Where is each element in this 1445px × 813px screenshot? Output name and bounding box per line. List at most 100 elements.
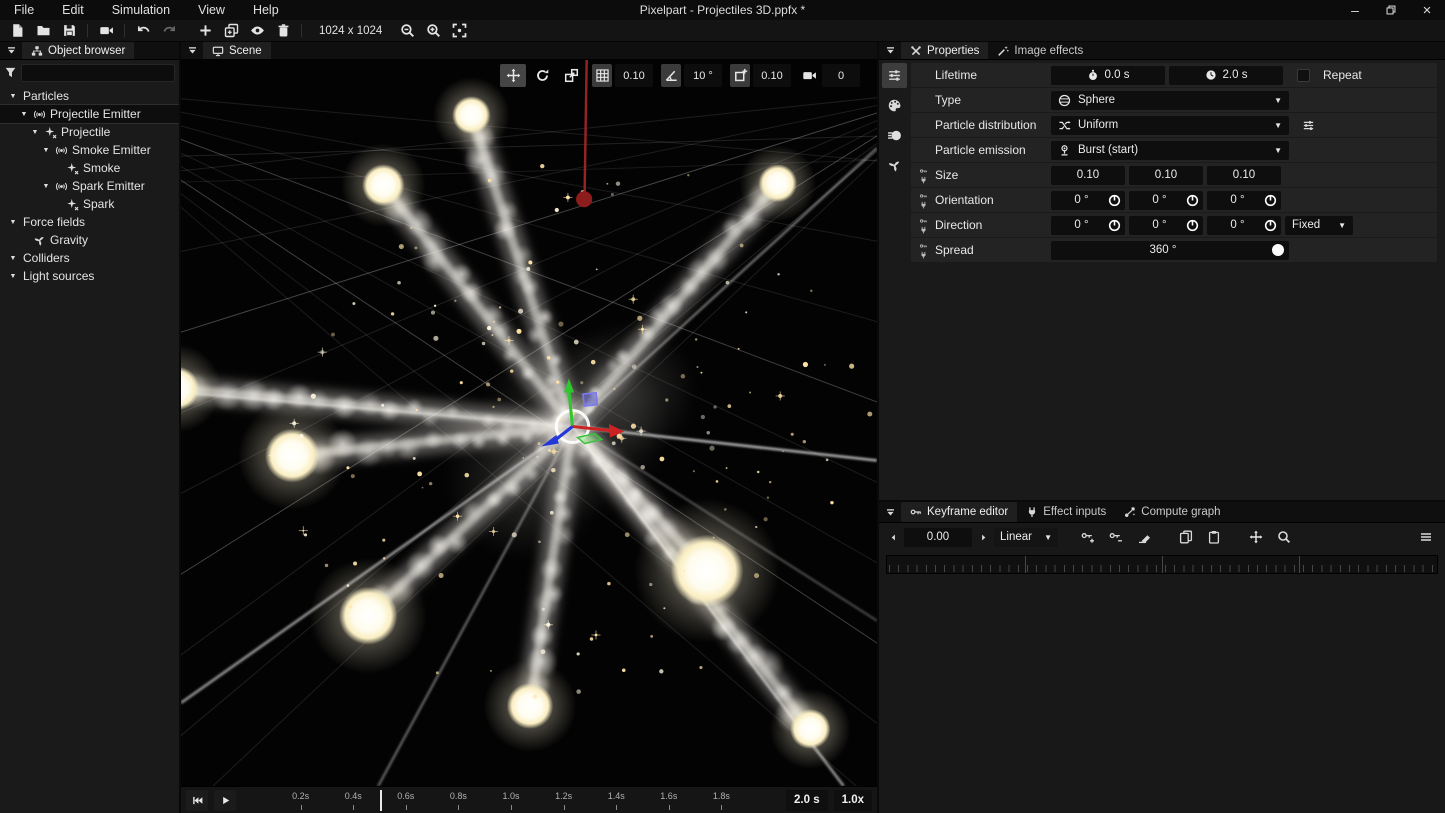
size-y-field[interactable]: 0.10: [1129, 166, 1203, 185]
size-z-field[interactable]: 0.10: [1207, 166, 1281, 185]
keyframe-time-ruler[interactable]: [886, 555, 1438, 574]
tab-image-effects[interactable]: Image effects: [988, 42, 1092, 59]
remove-keyframe-button[interactable]: [1104, 527, 1128, 547]
maximize-button[interactable]: [1373, 0, 1409, 20]
scale-tool-button[interactable]: [558, 64, 584, 87]
tree-item-gravity[interactable]: Gravity: [0, 231, 179, 249]
scene-viewport[interactable]: 0.10 10 ° 0.10 0: [181, 60, 877, 786]
orientation-x-field[interactable]: 0 °: [1051, 191, 1125, 210]
close-button[interactable]: ×: [1409, 0, 1445, 20]
paste-keyframes-button[interactable]: [1202, 527, 1226, 547]
distribution-dropdown[interactable]: Uniform ▼: [1051, 116, 1289, 135]
panel-menu-button[interactable]: [879, 42, 901, 59]
category-appearance-button[interactable]: [882, 93, 907, 118]
tree-item-projectile-emitter[interactable]: ▼Projectile Emitter: [0, 105, 179, 123]
tree-expand-arrow[interactable]: ▼: [39, 183, 53, 190]
dial-icon[interactable]: [1264, 194, 1277, 207]
move-snap-button[interactable]: [730, 64, 750, 87]
tree-item-particles[interactable]: ▼Particles: [0, 87, 179, 105]
time-step-back-button[interactable]: [886, 527, 900, 547]
tab-compute-graph[interactable]: Compute graph: [1115, 502, 1229, 522]
new-file-button[interactable]: [4, 21, 30, 41]
tree-item-projectile[interactable]: ▼Projectile: [0, 123, 179, 141]
menu-file[interactable]: File: [0, 0, 48, 20]
gizmo-plane-handle-blue[interactable]: [583, 393, 597, 406]
menu-simulation[interactable]: Simulation: [98, 0, 184, 20]
orientation-y-field[interactable]: 0 °: [1129, 191, 1203, 210]
delete-button[interactable]: [270, 21, 296, 41]
erase-keyframes-button[interactable]: [1132, 527, 1156, 547]
keyframe-time-field[interactable]: 0.00: [904, 528, 972, 547]
orientation-z-field[interactable]: 0 °: [1207, 191, 1281, 210]
tree-expand-arrow[interactable]: ▼: [6, 273, 20, 280]
timeline-playhead[interactable]: [380, 790, 382, 811]
tree-item-force-fields[interactable]: ▼Force fields: [0, 213, 179, 231]
dial-icon[interactable]: [1186, 194, 1199, 207]
time-step-forward-button[interactable]: [976, 527, 990, 547]
export-video-button[interactable]: [93, 21, 119, 41]
panel-menu-button[interactable]: [0, 42, 22, 59]
direction-mode-dropdown[interactable]: Fixed ▼: [1285, 216, 1353, 235]
menu-edit[interactable]: Edit: [48, 0, 98, 20]
grid-toggle-button[interactable]: [592, 64, 612, 87]
tab-keyframe-editor[interactable]: Keyframe editor: [901, 502, 1017, 522]
tree-item-light-sources[interactable]: ▼Light sources: [0, 267, 179, 285]
dial-icon[interactable]: [1264, 219, 1277, 232]
angle-snap-button[interactable]: [661, 64, 681, 87]
rotate-tool-button[interactable]: [529, 64, 555, 87]
menu-help[interactable]: Help: [239, 0, 293, 20]
tab-properties[interactable]: Properties: [901, 42, 988, 59]
add-object-button[interactable]: [192, 21, 218, 41]
tree-item-spark[interactable]: Spark: [0, 195, 179, 213]
zoom-out-button[interactable]: [394, 21, 420, 41]
tree-expand-arrow[interactable]: ▼: [39, 147, 53, 154]
spread-field[interactable]: 360 °: [1051, 241, 1289, 260]
interpolation-dropdown[interactable]: Linear ▼: [994, 528, 1058, 547]
tree-expand-arrow[interactable]: ▼: [6, 255, 20, 262]
grid-size-field[interactable]: 0.10: [615, 64, 653, 87]
open-file-button[interactable]: [30, 21, 56, 41]
zoom-in-button[interactable]: [420, 21, 446, 41]
skip-to-start-button[interactable]: [186, 790, 208, 811]
redo-button[interactable]: [156, 21, 182, 41]
add-keyframe-button[interactable]: [1076, 527, 1100, 547]
tree-item-spark-emitter[interactable]: ▼Spark Emitter: [0, 177, 179, 195]
tree-expand-arrow[interactable]: ▼: [28, 129, 42, 136]
category-motion-button[interactable]: [882, 123, 907, 148]
tree-item-smoke[interactable]: Smoke: [0, 159, 179, 177]
lifetime-duration-button[interactable]: 2.0 s: [1169, 66, 1283, 85]
dial-icon[interactable]: [1186, 219, 1199, 232]
tab-object-browser[interactable]: Object browser: [22, 42, 134, 59]
tree-expand-arrow[interactable]: ▼: [17, 111, 31, 118]
dial-icon[interactable]: [1108, 194, 1121, 207]
repeat-checkbox[interactable]: [1297, 69, 1310, 82]
tree-item-colliders[interactable]: ▼Colliders: [0, 249, 179, 267]
lifetime-start-button[interactable]: 0.0 s: [1051, 66, 1165, 85]
move-snap-field[interactable]: 0.10: [753, 64, 791, 87]
move-tool-button[interactable]: [500, 64, 526, 87]
category-general-button[interactable]: [882, 63, 907, 88]
pan-view-button[interactable]: [1244, 527, 1268, 547]
undo-button[interactable]: [130, 21, 156, 41]
tree-expand-arrow[interactable]: ▼: [6, 93, 20, 100]
camera-field[interactable]: 0: [822, 64, 860, 87]
type-dropdown[interactable]: Sphere ▼: [1051, 91, 1289, 110]
distribution-settings-button[interactable]: [1296, 115, 1320, 135]
copy-keyframes-button[interactable]: [1174, 527, 1198, 547]
tab-effect-inputs[interactable]: Effect inputs: [1017, 502, 1115, 522]
panel-menu-button[interactable]: [879, 502, 901, 522]
zoom-view-button[interactable]: [1272, 527, 1296, 547]
visibility-button[interactable]: [244, 21, 270, 41]
duration-button[interactable]: 2.0 s: [786, 790, 828, 811]
direction-z-field[interactable]: 0 °: [1207, 216, 1281, 235]
direction-x-field[interactable]: 0 °: [1051, 216, 1125, 235]
emission-dropdown[interactable]: Burst (start) ▼: [1051, 141, 1289, 160]
direction-y-field[interactable]: 0 °: [1129, 216, 1203, 235]
category-forces-button[interactable]: [882, 153, 907, 178]
tree-item-smoke-emitter[interactable]: ▼Smoke Emitter: [0, 141, 179, 159]
fit-view-button[interactable]: [446, 21, 472, 41]
camera-button[interactable]: [799, 64, 819, 87]
timeline-ruler[interactable]: 0.2s0.4s0.6s0.8s1.0s1.2s1.4s1.6s1.8s: [248, 788, 774, 813]
size-x-field[interactable]: 0.10: [1051, 166, 1125, 185]
minimize-button[interactable]: –: [1337, 0, 1373, 20]
